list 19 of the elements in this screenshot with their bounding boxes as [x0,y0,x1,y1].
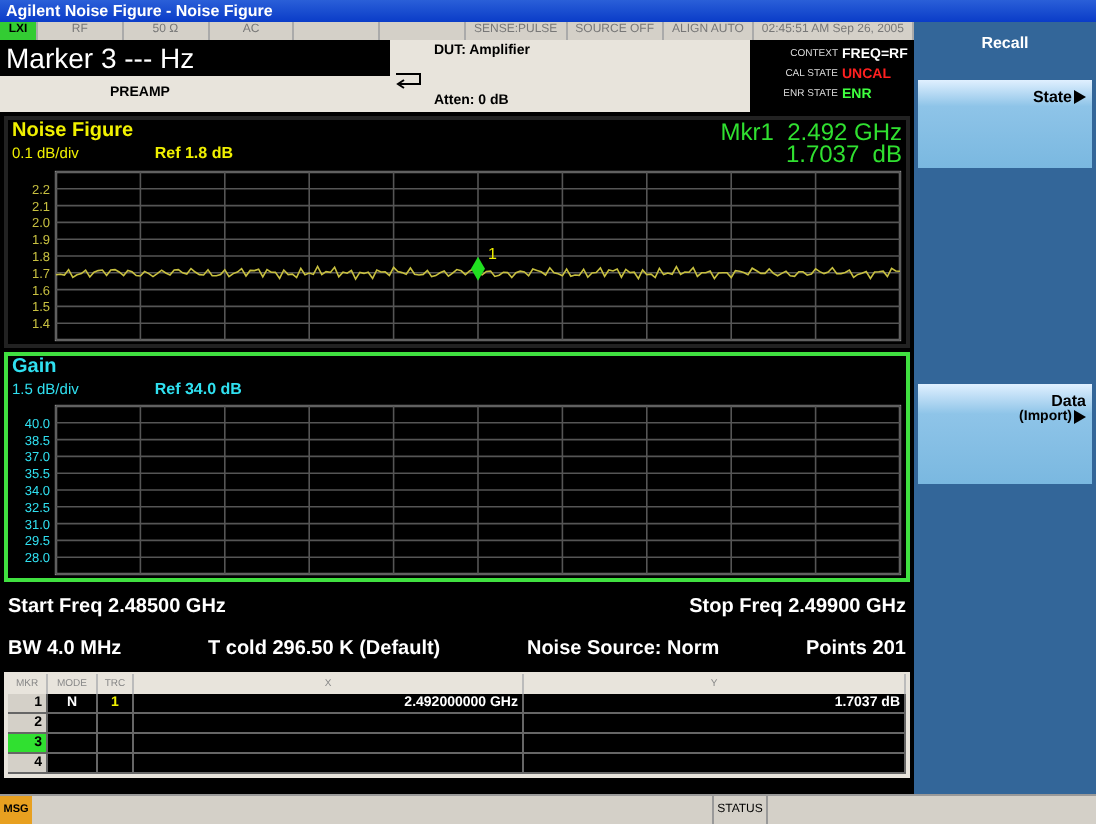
marker-number: 1 [488,244,497,263]
ref-label: Ref 34.0 dB [154,380,242,398]
softkey-button[interactable]: State [918,80,1092,168]
return-arrow-icon [394,72,422,90]
marker-diamond-icon [471,256,485,281]
stop-frequency: Stop Freq 2.49900 GHz [689,596,906,618]
marker-value: 1.7037 dB [785,144,902,166]
start-frequency: Start Freq 2.48500 GHz [8,596,226,618]
noise-source-label: Noise Source: Norm [526,638,720,660]
submenu-arrow-icon [1074,90,1086,104]
ref-label: Ref 1.8 dB [154,144,233,162]
points-label: Points 201 [805,638,906,660]
marker-frequency: Mkr1 2.492 GHz [720,122,902,144]
panel-title: Noise Figure [10,120,134,142]
t-cold-label: T cold 296.50 K (Default) [208,638,441,660]
panel-title: Gain [10,356,57,378]
window-title: Agilent Noise Figure - Noise Figure [6,2,273,20]
submenu-arrow-icon [1074,410,1086,424]
bandwidth-label: BW 4.0 MHz [8,638,122,660]
